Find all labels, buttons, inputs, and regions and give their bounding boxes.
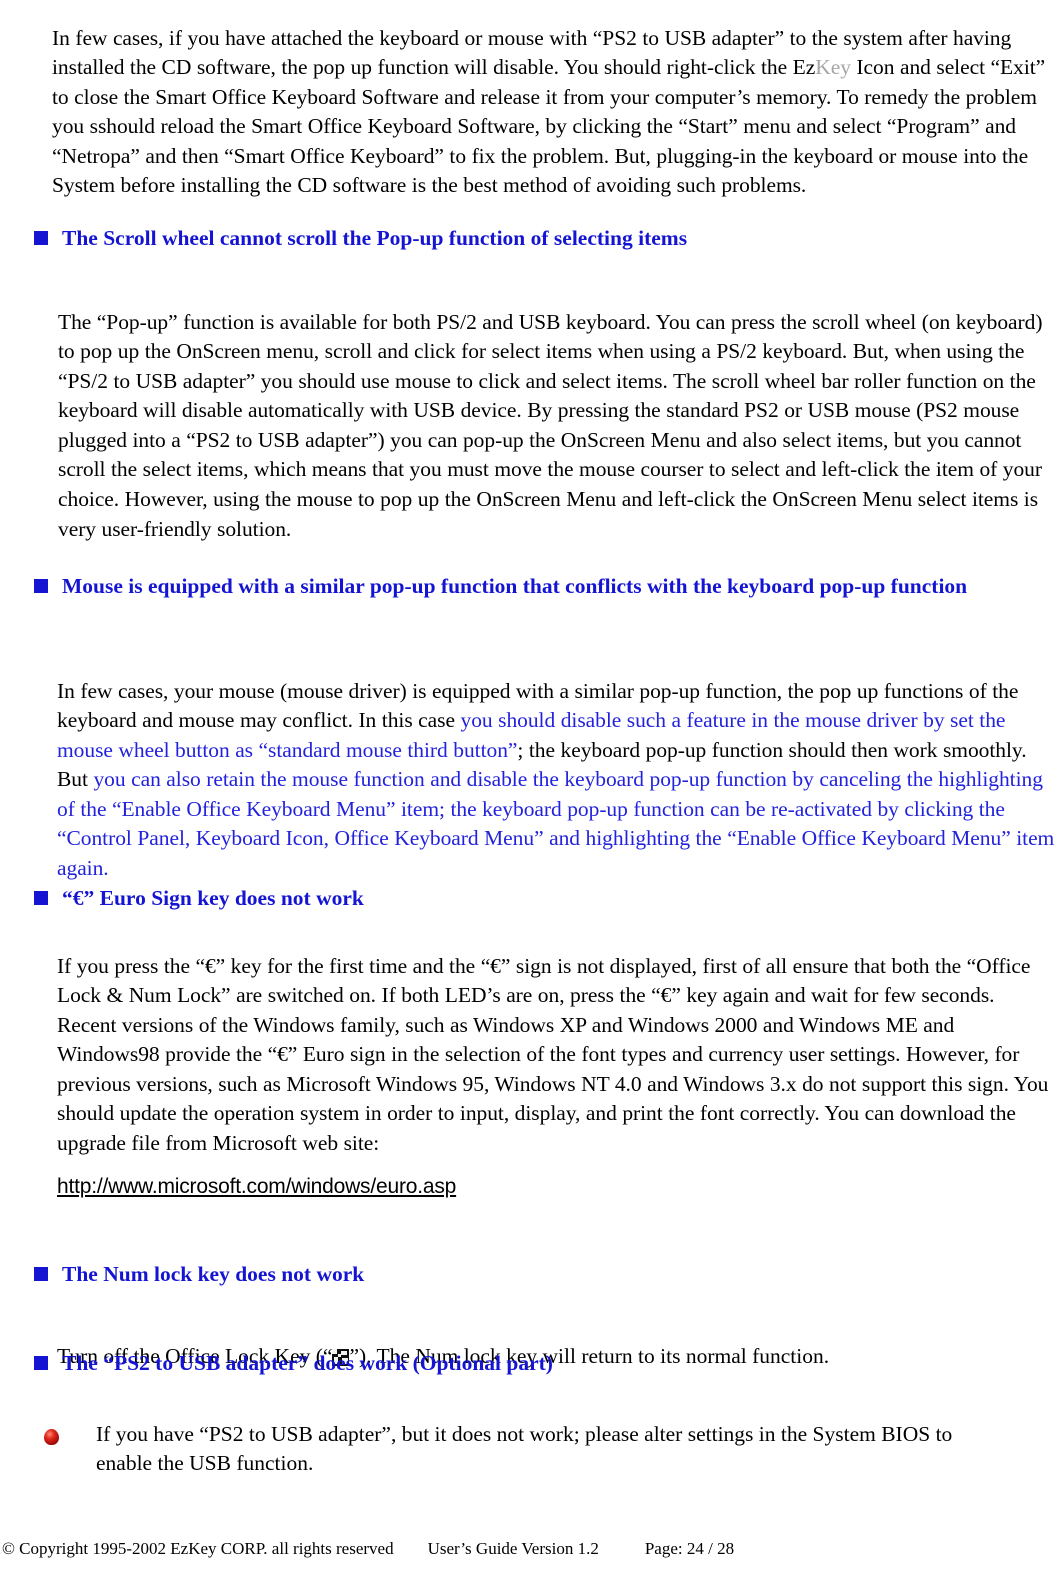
heading-euro-sign: “€” Euro Sign key does not work xyxy=(34,884,734,913)
heading-mouse-popup-label: Mouse is equipped with a similar pop-up … xyxy=(62,574,968,598)
square-bullet-icon xyxy=(34,891,48,905)
footer-page-number: Page: 24 / 28 xyxy=(644,1539,735,1558)
scroll-wheel-paragraph: The “Pop-up” function is available for b… xyxy=(58,309,1043,541)
ezkey-brand-text: Key xyxy=(815,55,851,80)
mouse-popup-paragraph: In few cases, your mouse (mouse driver) … xyxy=(57,677,1056,884)
heading-num-lock: The Num lock key does not work xyxy=(34,1260,734,1289)
mouse-para-blue-run-2: you can also retain the mouse function a… xyxy=(57,767,1055,881)
heading-ps2-to-usb-label: The “PS2 to USB adapter” does work (Opti… xyxy=(62,1351,553,1375)
footer-guide-version: User’s Guide Version 1.2 xyxy=(427,1539,599,1558)
heading-scroll-wheel-label: The Scroll wheel cannot scroll the Pop-u… xyxy=(62,226,688,250)
heading-euro-sign-label: “€” Euro Sign key does not work xyxy=(62,886,364,910)
square-bullet-icon xyxy=(34,579,48,593)
intro-paragraph: In few cases, if you have attached the k… xyxy=(52,24,1052,202)
ps2-usb-bullet-text: If you have “PS2 to USB adapter”, but it… xyxy=(96,1422,953,1475)
euro-sign-paragraph: If you press the “€” key for the first t… xyxy=(57,953,1049,1156)
red-ball-bullet-icon xyxy=(44,1429,59,1445)
footer-copyright: © Copyright 1995-2002 EzKey CORP. all ri… xyxy=(2,1539,394,1558)
heading-num-lock-label: The Num lock key does not work xyxy=(62,1262,365,1286)
square-bullet-icon xyxy=(34,231,48,245)
microsoft-euro-url-link[interactable]: http://www.microsoft.com/windows/euro.as… xyxy=(57,1175,456,1199)
document-page: In few cases, if you have attached the k… xyxy=(0,0,1056,1569)
square-bullet-icon xyxy=(34,1267,48,1281)
square-bullet-icon xyxy=(34,1356,48,1370)
ps2-usb-bullet-item: If you have “PS2 to USB adapter”, but it… xyxy=(44,1420,1004,1478)
heading-ps2-to-usb: The “PS2 to USB adapter” does work (Opti… xyxy=(34,1349,834,1378)
heading-mouse-popup: Mouse is equipped with a similar pop-up … xyxy=(34,572,1014,601)
heading-scroll-wheel: The Scroll wheel cannot scroll the Pop-u… xyxy=(34,224,994,253)
page-footer: © Copyright 1995-2002 EzKey CORP. all ri… xyxy=(0,1538,1056,1559)
